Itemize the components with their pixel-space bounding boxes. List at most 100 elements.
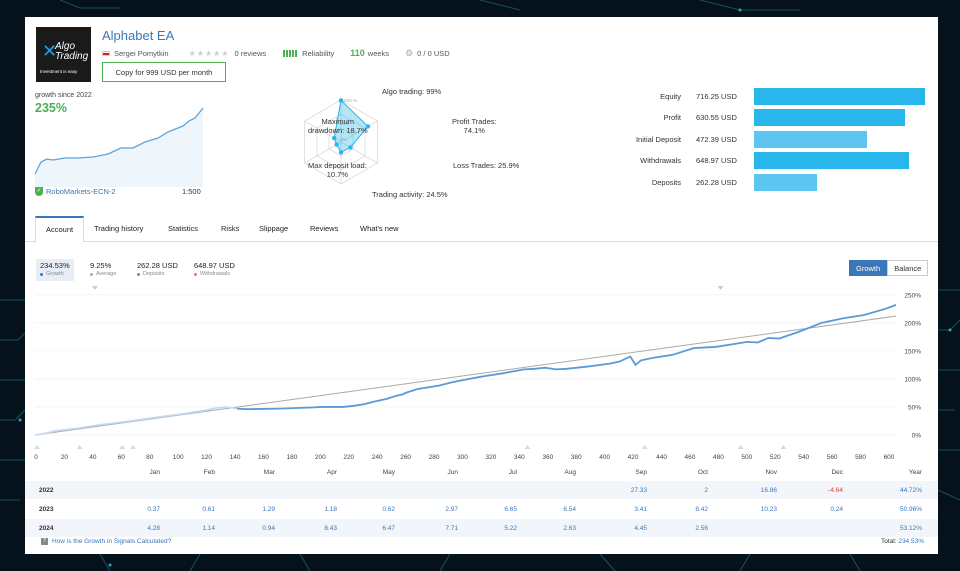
tab-trading-history[interactable]: Trading history — [84, 216, 153, 242]
table-cell: 2.97 — [445, 505, 458, 513]
broker-name: RoboMarkets-ECN-2 — [46, 187, 116, 196]
x-tick-label: 580 — [855, 454, 866, 461]
x-tick-label: 100 — [173, 454, 184, 461]
table-cell: 7.71 — [445, 524, 458, 532]
table-cell: 6.47 — [382, 524, 395, 532]
help-icon: ? — [41, 538, 48, 545]
table-header: Jan Feb Mar Apr May Jun Jul Aug Sep Oct Nov Dec Year — [25, 463, 938, 481]
table-cell: 8.43 — [324, 524, 337, 532]
reliability-bars-icon — [283, 49, 299, 57]
table-cell: 2.63 — [563, 524, 576, 532]
table-cell: 10.23 — [760, 505, 777, 513]
x-tick-label: 300 — [457, 454, 468, 461]
weeks-value: 110 — [350, 48, 365, 58]
ea-title[interactable]: Alphabet EA — [102, 28, 174, 43]
radar-label-algo: Algo trading: 99% — [382, 87, 442, 96]
x-tick-label: 360 — [542, 454, 553, 461]
table-cell: 0.24 — [830, 505, 843, 513]
x-tick-label: 160 — [258, 454, 269, 461]
table-cell: 53.12% — [899, 524, 922, 532]
stat-value: 262.28 USD — [696, 177, 737, 187]
table-cell: 5.22 — [504, 524, 517, 532]
ea-meta: Sergei Pomytkin ★★★★★ 0 reviews Reliabil… — [102, 47, 450, 59]
marker-bottom — [129, 445, 136, 449]
copy-button[interactable]: Copy for 999 USD per month — [102, 62, 226, 82]
tab-bar: Account Trading history Statistics Risks… — [25, 216, 938, 243]
table-cell: 1.29 — [262, 505, 275, 513]
y-tick-label: 100% — [904, 376, 921, 383]
radar-point — [348, 145, 353, 150]
leverage-value: 1:500 — [182, 187, 201, 196]
y-tick-label: 150% — [904, 348, 921, 355]
author-link[interactable]: Sergei Pomytkin — [114, 49, 169, 58]
table-cell: 4.28 — [147, 524, 160, 532]
table-cell: 0.94 — [262, 524, 275, 532]
tab-whats-new[interactable]: What's new — [350, 216, 409, 242]
table-cell: -4.64 — [828, 486, 843, 494]
marker-bottom — [524, 445, 531, 449]
table-month-header: Feb — [203, 468, 215, 476]
radar-point — [338, 150, 344, 155]
table-row: 2023 0.37 0.61 1.29 1.18 0.62 2.97 6.65 6.54 3.41… — [25, 500, 938, 518]
y-tick-label: 200% — [904, 320, 921, 327]
trend-line — [34, 315, 897, 436]
x-tick-label: 200 — [315, 454, 326, 461]
table-cell: 6.65 — [504, 505, 517, 513]
growth-since-label: growth since 2022 — [35, 92, 92, 99]
x-tick-label: 540 — [798, 454, 809, 461]
logo-text: Algo Trading — [55, 41, 89, 62]
radar-point — [334, 142, 339, 147]
x-tick-label: 380 — [571, 454, 582, 461]
broker-link[interactable]: ✓ RoboMarkets-ECN-2 — [35, 187, 116, 196]
marker-bottom — [119, 445, 126, 449]
table-cell: 0.61 — [202, 505, 215, 513]
table-month-header: Year — [908, 468, 922, 476]
stat-row: Withdrawals 648.97 USD — [605, 152, 909, 170]
tab-risks[interactable]: Risks — [211, 216, 249, 242]
table-row: 2022 27.33 2 16.86 -4.64 44.72% — [25, 481, 938, 499]
radar-label-profit: Profit Trades: 74.1% — [452, 117, 497, 135]
x-tick-label: 320 — [486, 454, 497, 461]
how-growth-link[interactable]: ? How is the Growth in Signals Calculate… — [41, 538, 171, 545]
table-month-header: Mar — [263, 468, 275, 476]
total-growth: Total: 234.53% — [880, 538, 924, 545]
tab-reviews[interactable]: Reviews — [300, 216, 348, 242]
marker-bottom — [34, 445, 40, 449]
shield-check-icon: ✓ — [35, 187, 43, 196]
table-cell: 0.37 — [147, 505, 160, 513]
x-tick-label: 80 — [146, 454, 154, 461]
marker-bottom — [737, 445, 744, 449]
x-tick-label: 260 — [400, 454, 411, 461]
table-cell: 27.33 — [630, 486, 647, 494]
tab-slippage[interactable]: Slippage — [249, 216, 298, 242]
table-cell: 8.42 — [695, 505, 708, 513]
stat-value: 630.55 USD — [696, 113, 737, 122]
stat-row: Equity 716.25 USD — [605, 87, 925, 105]
table-month-header: Jul — [508, 468, 517, 476]
y-tick-label: 250% — [904, 292, 921, 299]
stat-bar — [754, 130, 867, 148]
stat-bar — [754, 109, 905, 126]
table-month-header: May — [382, 468, 395, 476]
x-tick-label: 420 — [628, 454, 639, 461]
tab-statistics[interactable]: Statistics — [158, 216, 208, 242]
signal-card: ✕ Algo Trading Investment is easy Alphabe… — [25, 17, 938, 554]
growth-toggle-button[interactable]: Growth — [849, 260, 888, 276]
table-year: 2023 — [39, 505, 54, 513]
table-year: 2024 — [39, 524, 54, 532]
x-tick-label: 400 — [599, 454, 610, 461]
weeks-label: weeks — [367, 48, 390, 58]
x-tick-label: 520 — [770, 454, 781, 461]
radar-label-drawdown: Maximum drawdown: 18.7% — [308, 117, 368, 135]
tab-account[interactable]: Account — [35, 216, 85, 243]
stat-value: 716.25 USD — [696, 91, 737, 101]
table-cell: 4.45 — [634, 524, 647, 532]
marker-bottom — [780, 445, 787, 449]
growth-chart: 250% 200% 150% 100% 50% 0% 0 20 40 60 80 100 120 140 1… — [34, 286, 921, 461]
reviews-count[interactable]: 0 reviews — [234, 49, 266, 58]
table-cell: 1.18 — [324, 505, 337, 513]
balance-toggle-button[interactable]: Balance — [887, 260, 929, 276]
table-cell: 50.96% — [899, 505, 922, 513]
stat-label: Deposits — [651, 177, 681, 187]
x-tick-label: 220 — [343, 454, 354, 461]
